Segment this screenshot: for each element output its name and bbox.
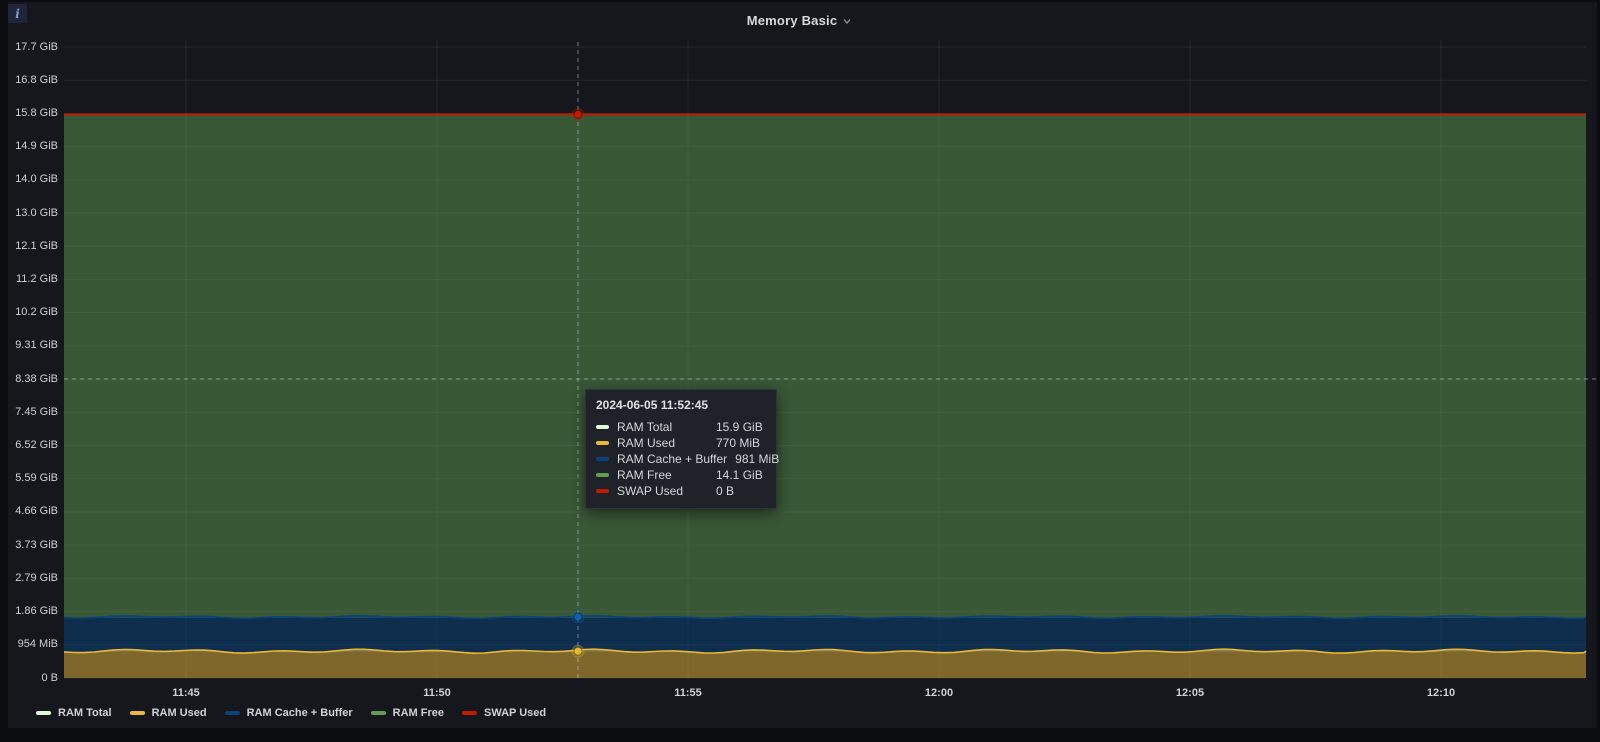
legend-swatch-icon xyxy=(462,711,477,715)
tooltip-series-value: 15.9 GiB xyxy=(716,420,766,434)
tooltip-series-label: RAM Cache + Buffer xyxy=(617,452,727,466)
tooltip-timestamp: 2024-06-05 11:52:45 xyxy=(596,398,766,412)
legend-swatch-icon xyxy=(36,711,51,715)
hover-dot-ram-used xyxy=(574,647,582,655)
tooltip-series-label: RAM Total xyxy=(617,420,708,434)
hover-dot-swap-used xyxy=(574,110,582,118)
legend-item[interactable]: RAM Cache + Buffer xyxy=(225,707,353,719)
legend-label: RAM Cache + Buffer xyxy=(247,707,353,719)
legend-swatch-icon xyxy=(225,711,240,715)
tooltip-series-label: RAM Free xyxy=(617,468,708,482)
legend-item[interactable]: RAM Total xyxy=(36,707,112,719)
legend-label: SWAP Used xyxy=(484,707,546,719)
legend-item[interactable]: RAM Used xyxy=(130,707,207,719)
legend-swatch-icon xyxy=(130,711,145,715)
tooltip-series-value: 981 MiB xyxy=(735,452,785,466)
tooltip-row: RAM Used 770 MiB xyxy=(596,435,766,451)
tooltip: 2024-06-05 11:52:45 RAM Total15.9 GiBRAM… xyxy=(585,389,777,509)
legend-swatch-icon xyxy=(371,711,386,715)
tooltip-row: SWAP Used 0 B xyxy=(596,483,766,499)
tooltip-series-label: SWAP Used xyxy=(617,484,708,498)
area-ram-used xyxy=(64,649,1586,678)
tooltip-series-value: 0 B xyxy=(716,484,766,498)
legend-item[interactable]: RAM Free xyxy=(371,707,444,719)
chart xyxy=(0,0,1600,742)
tooltip-series-label: RAM Used xyxy=(617,436,708,450)
hover-dot-ram-cache-buffer xyxy=(574,613,582,621)
tooltip-row: RAM Free 14.1 GiB xyxy=(596,467,766,483)
series-color-swatch-icon xyxy=(596,473,609,477)
tooltip-series-value: 14.1 GiB xyxy=(716,468,766,482)
area-ram-free xyxy=(64,114,1586,618)
legend: RAM Total RAM Used RAM Cache + Buffer RAM F… xyxy=(36,704,546,722)
area-ram-cache-buffer xyxy=(64,616,1586,652)
legend-label: RAM Used xyxy=(152,707,207,719)
tooltip-row: RAM Total 15.9 GiB xyxy=(596,419,766,435)
tooltip-series-value: 770 MiB xyxy=(716,436,766,450)
series-color-swatch-icon xyxy=(596,425,609,429)
series-color-swatch-icon xyxy=(596,457,609,461)
tooltip-row: RAM Cache + Buffer981 MiB xyxy=(596,451,766,467)
legend-label: RAM Free xyxy=(393,707,444,719)
legend-item[interactable]: SWAP Used xyxy=(462,707,546,719)
legend-label: RAM Total xyxy=(58,707,112,719)
series-color-swatch-icon xyxy=(596,489,609,493)
series-color-swatch-icon xyxy=(596,441,609,445)
